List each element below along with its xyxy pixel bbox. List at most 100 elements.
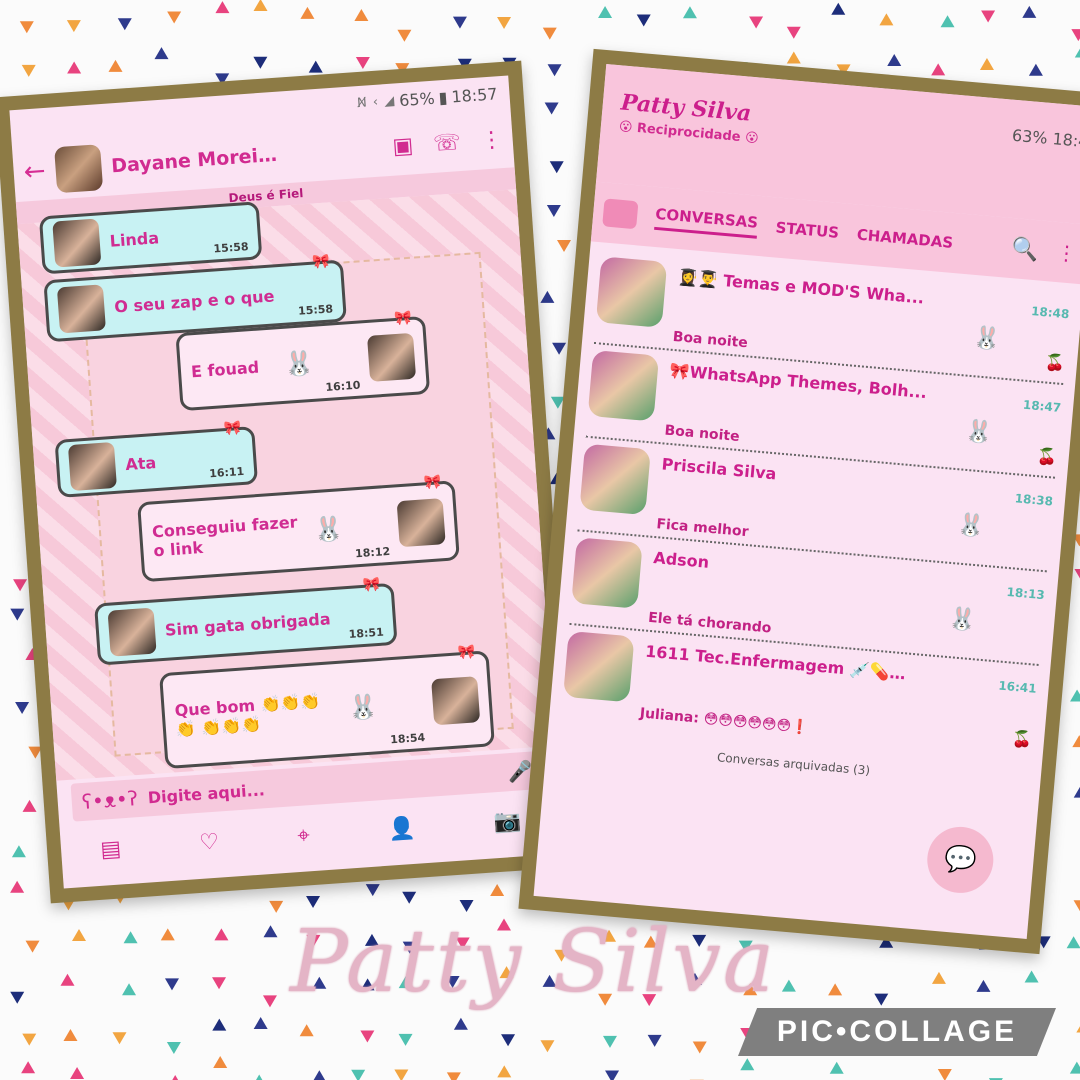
more-options-icon[interactable]: ⋮ xyxy=(480,127,504,153)
chat-bubble-icon: 💬 xyxy=(942,843,978,877)
confetti-triangle xyxy=(308,60,323,73)
confetti-triangle xyxy=(931,63,946,76)
tab-conversations[interactable]: CONVERSAS xyxy=(654,204,759,239)
message-text: E fouad xyxy=(190,357,260,381)
confetti-triangle xyxy=(547,64,562,77)
confetti-triangle xyxy=(10,608,25,621)
message-bubble-incoming[interactable]: 🎀 Ata 16:11 xyxy=(54,420,259,498)
conversation-list: 👩‍🎓👨‍🎓 Temas e MOD'S Wha... Boa noite 🐰 1… xyxy=(546,241,1080,800)
message-time: 16:10 xyxy=(325,378,361,394)
confetti-triangle xyxy=(552,342,567,355)
avatar xyxy=(595,256,668,328)
confetti-triangle xyxy=(172,1074,179,1080)
avatar xyxy=(52,218,102,268)
battery-level: 65% xyxy=(398,88,436,110)
avatar xyxy=(579,443,651,516)
gallery-icon[interactable]: ▤ xyxy=(100,836,122,862)
message-bubble-outgoing[interactable]: 🎀 Conseguiu fazer o link 🐰 18:12 xyxy=(137,474,460,583)
confetti-triangle xyxy=(542,27,557,40)
message-text: Linda xyxy=(109,227,160,251)
confetti-triangle xyxy=(497,17,512,30)
confetti-triangle xyxy=(1028,63,1043,76)
confetti-triangle xyxy=(1074,48,1080,58)
contact-icon[interactable]: 👤 xyxy=(387,815,416,842)
confetti-triangle xyxy=(1071,29,1080,42)
message-bubble-outgoing[interactable]: 🎀 E fouad 🐰 16:10 xyxy=(175,310,431,412)
confetti-triangle xyxy=(117,18,132,31)
avatar xyxy=(396,498,446,548)
confetti-triangle xyxy=(253,1017,268,1030)
message-bubble-outgoing[interactable]: 🎀 Que bom 👏👏👏👏 👏👏👏 🐰 18:54 xyxy=(159,644,495,770)
confetti-triangle xyxy=(976,979,991,992)
chat-screenshot-frame: N̸ ‹ ◢ 65% ▮ 18:57 ← Dayane Morei… ▣ ☏ ⋮… xyxy=(0,60,578,904)
confetti-triangle xyxy=(13,579,28,592)
confetti-triangle xyxy=(452,16,467,29)
voice-call-icon[interactable]: ☏ xyxy=(432,130,461,157)
contact-avatar[interactable] xyxy=(53,144,103,194)
conversations-screen: Patty Silva 😮 Reciprocidade 😮 63% 18:4 C… xyxy=(533,64,1080,939)
contact-name[interactable]: Dayane Morei… xyxy=(111,137,374,178)
search-icon[interactable]: 🔍 xyxy=(1010,236,1039,263)
confetti-triangle xyxy=(365,884,380,897)
confetti-triangle xyxy=(887,53,902,66)
confetti-triangle xyxy=(647,1034,662,1047)
confetti-triangle xyxy=(879,13,894,26)
avatar xyxy=(571,537,643,609)
chat-body[interactable]: Linda 15:58 🎀 O seu zap e o que 15:58 🎀 … xyxy=(17,189,556,781)
confetti-triangle xyxy=(556,240,571,253)
confetti-triangle xyxy=(501,1034,516,1047)
conversation-time: 18:13 xyxy=(1006,584,1046,603)
audio-icon[interactable]: ♡ xyxy=(199,829,220,855)
video-call-icon[interactable]: ▣ xyxy=(392,133,414,159)
confetti-triangle xyxy=(497,1065,512,1078)
message-time: 18:51 xyxy=(348,625,385,641)
confetti-triangle xyxy=(164,978,179,991)
avatar xyxy=(587,349,660,422)
confetti-triangle xyxy=(355,57,370,70)
avatar xyxy=(56,284,106,334)
confetti-triangle xyxy=(786,51,801,64)
confetti-triangle xyxy=(605,1070,620,1080)
conversation-time: 18:47 xyxy=(1022,397,1062,415)
message-time: 15:58 xyxy=(297,302,334,318)
tab-status[interactable]: STATUS xyxy=(775,218,840,241)
confetti-triangle xyxy=(979,58,994,71)
location-icon[interactable]: ⌖ xyxy=(297,823,311,849)
conversation-time: 16:41 xyxy=(997,678,1038,696)
last-message: Juliana: 😳😳😳😳😳😳❗ xyxy=(639,705,810,737)
confetti-triangle xyxy=(398,1033,413,1046)
tab-calls[interactable]: CHAMADAS xyxy=(856,226,954,252)
confetti-triangle xyxy=(215,1,230,14)
confetti-triangle xyxy=(351,1069,366,1080)
confetti-triangle xyxy=(682,6,697,19)
conversation-name: 👩‍🎓👨‍🎓 Temas e MOD'S Wha... xyxy=(677,267,925,308)
confetti-triangle xyxy=(540,1040,555,1053)
melody-sticker-icon: 🐰 xyxy=(972,325,1002,353)
confetti-triangle xyxy=(11,845,26,858)
confetti-triangle xyxy=(1073,786,1080,798)
melody-sticker-icon: 🐰 xyxy=(964,418,994,447)
message-text: Sim gata obrigada xyxy=(164,608,332,640)
cherry-icon: 🍒 xyxy=(1044,352,1066,374)
picollage-watermark: PIC•COLLAGE xyxy=(738,1008,1056,1056)
confetti-triangle xyxy=(263,925,278,938)
message-bubble-incoming[interactable]: 🎀 Sim gata obrigada 18:51 xyxy=(94,577,398,666)
emoji-bear-icon[interactable]: ʕ•ᴥ•ʔ xyxy=(81,786,139,815)
camera-icon[interactable]: 📷 xyxy=(493,808,522,835)
confetti-triangle xyxy=(214,928,229,941)
new-chat-button[interactable]: 💬 xyxy=(924,824,997,896)
back-arrow-icon[interactable]: ← xyxy=(23,156,47,187)
confetti-triangle xyxy=(490,883,505,896)
confetti-triangle xyxy=(253,0,268,12)
conversation-time: 18:38 xyxy=(1014,491,1054,509)
message-text: Conseguiu fazer o link xyxy=(151,512,299,561)
confetti-triangle xyxy=(544,102,559,115)
confetti-triangle xyxy=(22,799,37,812)
status-bar: 63% 18:4 xyxy=(1011,125,1080,152)
more-options-icon[interactable]: ⋮ xyxy=(1056,240,1078,266)
bow-icon: 🎀 xyxy=(223,420,242,438)
confetti-triangle xyxy=(446,1072,461,1080)
camera-icon[interactable] xyxy=(602,198,639,230)
confetti-triangle xyxy=(1024,970,1039,983)
confetti-triangle xyxy=(981,10,996,23)
